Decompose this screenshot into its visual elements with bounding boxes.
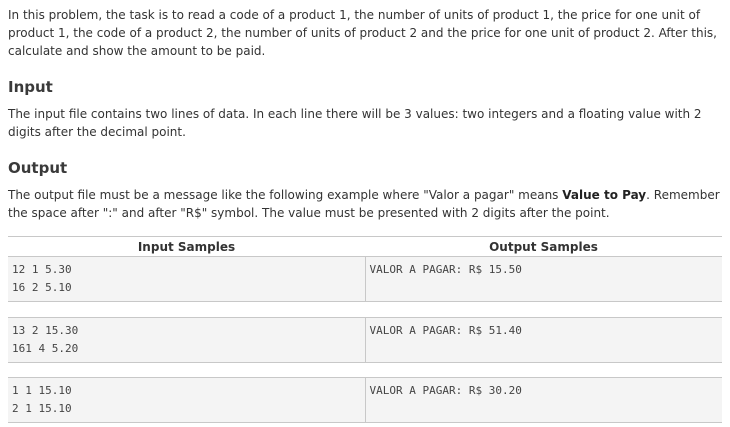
- sample-input-line: 12 1 5.30: [12, 263, 72, 276]
- sample-row: 13 2 15.30 161 4 5.20 VALOR A PAGAR: R$ …: [8, 317, 722, 363]
- output-section-title: Output: [8, 159, 68, 177]
- sample-input-line: 16 2 5.10: [12, 281, 72, 294]
- sample-output-line: VALOR A PAGAR: R$ 30.20: [369, 384, 522, 397]
- sample-output-line: VALOR A PAGAR: R$ 15.50: [369, 263, 522, 276]
- sample-row: 12 1 5.30 16 2 5.10 VALOR A PAGAR: R$ 15…: [8, 256, 722, 302]
- samples-table: Input Samples Output Samples 12 1 5.30 1…: [8, 236, 722, 423]
- sample-input-line: 1 1 15.10: [12, 384, 72, 397]
- value-to-pay-emphasis: Value to Pay: [562, 188, 647, 202]
- input-section-title: Input: [8, 78, 53, 96]
- sample-input-line: 13 2 15.30: [12, 324, 79, 337]
- output-description: The output file must be a message like t…: [8, 186, 724, 222]
- problem-statement: In this problem, the task is to read a c…: [8, 8, 717, 58]
- sample-input-cell[interactable]: 1 1 15.10 2 1 15.10: [8, 378, 366, 422]
- output-samples-header: Output Samples: [489, 240, 598, 254]
- sample-output-cell[interactable]: VALOR A PAGAR: R$ 51.40: [366, 318, 723, 362]
- input-description: The input file contains two lines of dat…: [8, 107, 702, 139]
- sample-input-line: 2 1 15.10: [12, 402, 72, 415]
- sample-output-cell[interactable]: VALOR A PAGAR: R$ 30.20: [366, 378, 723, 422]
- sample-input-cell[interactable]: 12 1 5.30 16 2 5.10: [8, 257, 366, 301]
- sample-output-cell[interactable]: VALOR A PAGAR: R$ 15.50: [366, 257, 723, 301]
- input-samples-header: Input Samples: [137, 240, 236, 254]
- sample-row: 1 1 15.10 2 1 15.10 VALOR A PAGAR: R$ 30…: [8, 377, 722, 423]
- sample-output-line: VALOR A PAGAR: R$ 51.40: [369, 324, 522, 337]
- sample-input-cell[interactable]: 13 2 15.30 161 4 5.20: [8, 318, 366, 362]
- samples-header-row: Input Samples Output Samples: [8, 236, 722, 257]
- output-description-part1: The output file must be a message like t…: [8, 188, 563, 202]
- sample-input-line: 161 4 5.20: [12, 342, 79, 355]
